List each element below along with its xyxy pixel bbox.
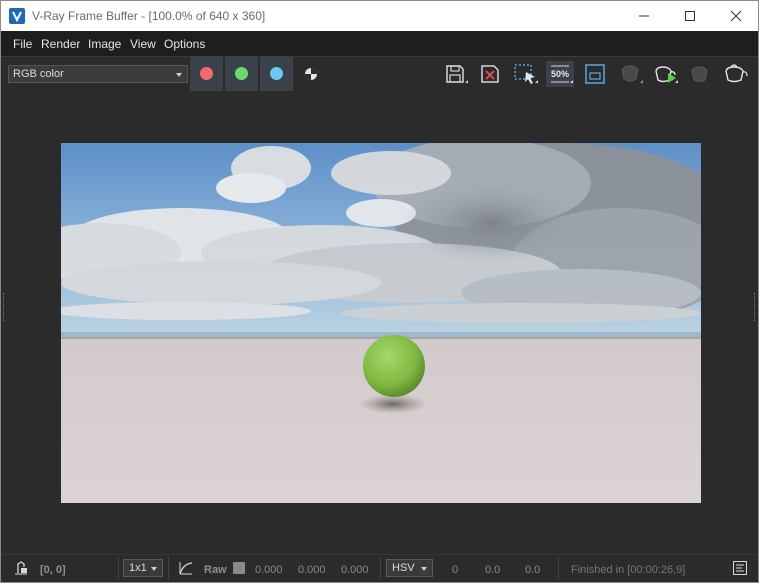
lock-coords-button[interactable] [13,560,29,576]
frame-icon [585,64,605,84]
status-separator [168,557,169,579]
sample-size-select[interactable]: 1x1 [123,559,163,577]
render-scene [61,143,701,503]
interactive-render-button[interactable] [651,61,679,87]
sample-size-value: 1x1 [129,562,147,574]
maximize-icon [685,11,695,21]
menu-file[interactable]: File [13,37,32,51]
render-button[interactable] [721,61,749,87]
alpha-channel-button[interactable] [297,61,325,87]
teapot-disabled-icon [691,66,708,82]
close-icon [730,10,742,22]
save-icon [446,65,468,83]
test-resolution-icon: 50% [551,65,573,83]
hsv-value-h: 0 [452,564,459,576]
right-panel-grip[interactable] [754,293,758,321]
log-icon [733,561,747,575]
green-dot-icon [235,67,248,80]
status-separator [118,557,119,579]
minimize-button[interactable] [621,1,667,31]
test-resolution-button[interactable]: 50% [546,61,574,87]
clear-image-icon [481,65,499,83]
channel-select-value: RGB color [13,68,64,80]
raw-color-swatch[interactable] [233,562,245,574]
menu-image[interactable]: Image [88,37,121,51]
red-channel-button[interactable] [190,57,223,91]
hsv-value-v: 0.0 [525,564,541,576]
vray-frame-buffer-window: V-Ray Frame Buffer - [100.0% of 640 x 36… [0,0,759,583]
menu-bar: File Render Image View Options [1,31,758,57]
region-render-button[interactable] [511,61,539,87]
track-mouse-button[interactable] [581,61,609,87]
raw-label: Raw [204,564,227,576]
chevron-down-icon [421,567,427,571]
raw-value-g: 0.000 [298,564,326,576]
blue-dot-icon [270,67,283,80]
red-dot-icon [200,67,213,80]
maximize-button[interactable] [667,1,713,31]
menu-options[interactable]: Options [164,37,205,51]
blue-channel-button[interactable] [260,57,293,91]
minimize-icon [639,15,649,17]
teapot-play-icon [655,66,678,83]
region-select-icon [514,64,538,84]
raw-value-r: 0.000 [255,564,283,576]
curve-icon [179,562,193,575]
left-panel-grip[interactable] [3,293,7,321]
stop-render-button[interactable] [616,61,644,87]
channel-select[interactable]: RGB color [8,65,188,83]
color-mode-value: HSV [392,562,415,574]
raw-value-b: 0.000 [341,564,369,576]
log-button[interactable] [732,560,748,576]
vray-logo-icon [9,8,25,24]
stop-teapot-icon [621,65,643,83]
status-separator [380,557,381,579]
clear-image-button[interactable] [476,61,504,87]
rendered-image[interactable] [61,143,701,503]
menu-render[interactable]: Render [41,37,80,51]
color-mode-select[interactable]: HSV [386,559,433,577]
alpha-checker-icon [305,68,317,80]
status-separator [558,557,559,579]
save-image-button[interactable] [441,61,469,87]
render-time: Finished in [00:00:26,9] [571,564,686,576]
close-button[interactable] [713,1,758,31]
hsv-value-s: 0.0 [485,564,501,576]
cursor-lock-icon [15,561,27,575]
menu-view[interactable]: View [130,37,156,51]
window-title: V-Ray Frame Buffer - [100.0% of 640 x 36… [32,9,266,23]
render-last-button[interactable] [686,61,714,87]
chevron-down-icon [176,73,182,77]
svg-text:50%: 50% [551,69,569,79]
teapot-icon [725,64,748,83]
chevron-down-icon [151,567,157,571]
color-clamp-button[interactable] [178,560,194,576]
title-bar: V-Ray Frame Buffer - [100.0% of 640 x 36… [1,1,758,31]
green-channel-button[interactable] [225,57,258,91]
pixel-coordinates: [0, 0] [40,564,66,576]
